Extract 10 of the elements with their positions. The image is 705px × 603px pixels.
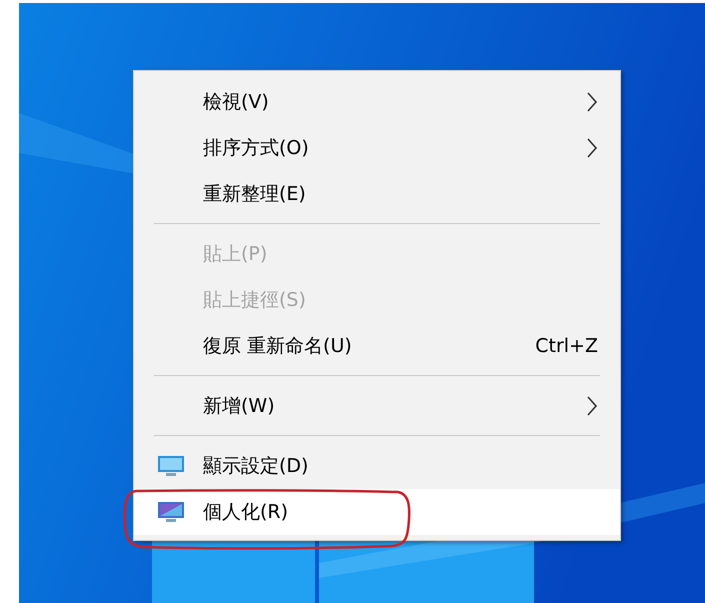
menu-item[interactable]: 新增(W): [134, 383, 620, 429]
monitor-brush-icon: [157, 501, 185, 523]
menu-item[interactable]: 顯示設定(D): [134, 443, 620, 489]
menu-item[interactable]: 重新整理(E): [134, 171, 620, 217]
monitor-icon: [157, 455, 185, 477]
shortcut-text: Ctrl+Z: [535, 335, 598, 357]
menu-item[interactable]: 復原 重新命名(U) Ctrl+Z: [134, 323, 620, 369]
menu-item[interactable]: 檢視(V): [134, 79, 620, 125]
menu-item[interactable]: 個人化(R): [134, 489, 620, 535]
menu-item[interactable]: 排序方式(O): [134, 125, 620, 171]
